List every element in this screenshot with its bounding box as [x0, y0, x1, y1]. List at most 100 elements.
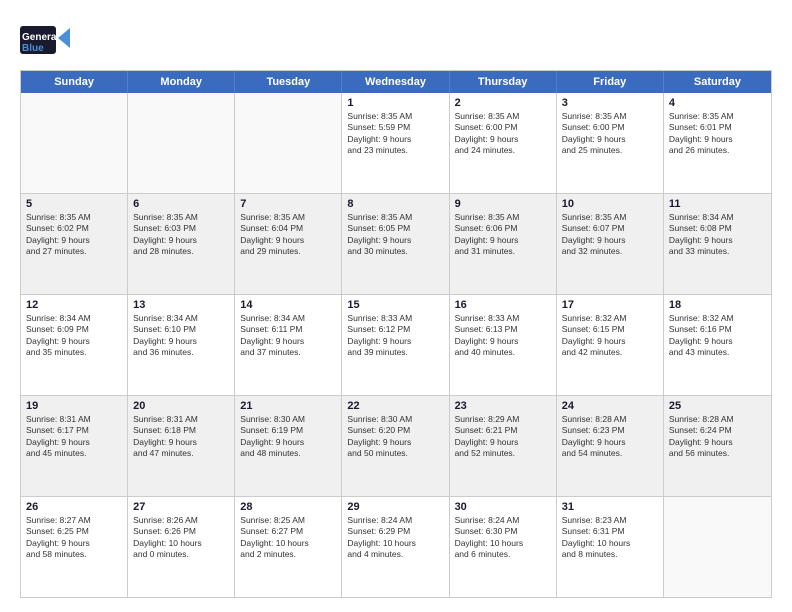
day-number: 6 — [133, 198, 229, 210]
day-number: 5 — [26, 198, 122, 210]
cell-info-text: and 47 minutes. — [133, 448, 229, 459]
cell-info-text: Sunrise: 8:24 AM — [347, 515, 443, 526]
cell-info-text: Sunset: 6:17 PM — [26, 425, 122, 436]
calendar-cell: 7 Sunrise: 8:35 AMSunset: 6:04 PMDaylight… — [235, 194, 342, 294]
cell-info-text: Daylight: 9 hours — [347, 336, 443, 347]
calendar-week-3: 12Sunrise: 8:34 AMSunset: 6:09 PMDayligh… — [21, 294, 771, 395]
cell-info-text: Daylight: 9 hours — [26, 235, 122, 246]
cell-info-text: Sunset: 6:25 PM — [26, 526, 122, 537]
calendar-cell: 3Sunrise: 8:35 AMSunset: 6:00 PMDaylight… — [557, 93, 664, 193]
cell-info-text: Daylight: 9 hours — [347, 235, 443, 246]
calendar-cell: 2Sunrise: 8:35 AMSunset: 6:00 PMDaylight… — [450, 93, 557, 193]
calendar-week-4: 19Sunrise: 8:31 AMSunset: 6:17 PMDayligh… — [21, 395, 771, 496]
cell-info-text: Sunrise: 8:26 AM — [133, 515, 229, 526]
cell-info-text: Daylight: 9 hours — [26, 538, 122, 549]
calendar-cell: 29Sunrise: 8:24 AMSunset: 6:29 PMDayligh… — [342, 497, 449, 597]
cell-info-text: Sunrise: 8:35 AM — [133, 212, 229, 223]
cell-info-text: Sunset: 6:16 PM — [669, 324, 766, 335]
cell-info-text: and 39 minutes. — [347, 347, 443, 358]
calendar-cell: 20Sunrise: 8:31 AMSunset: 6:18 PMDayligh… — [128, 396, 235, 496]
day-number: 13 — [133, 299, 229, 311]
calendar-cell: 16Sunrise: 8:33 AMSunset: 6:13 PMDayligh… — [450, 295, 557, 395]
day-number: 20 — [133, 400, 229, 412]
cell-info-text: Sunset: 6:08 PM — [669, 223, 766, 234]
day-number: 22 — [347, 400, 443, 412]
cell-info-text: Sunrise: 8:28 AM — [669, 414, 766, 425]
weekday-header-tuesday: Tuesday — [235, 71, 342, 93]
cell-info-text: Sunset: 6:21 PM — [455, 425, 551, 436]
calendar-cell: 23 Sunrise: 8:29 AMSunset: 6:21 PMDayligh… — [450, 396, 557, 496]
day-number: 9 — [455, 198, 551, 210]
day-number: 4 — [669, 97, 766, 109]
cell-info-text: Daylight: 10 hours — [240, 538, 336, 549]
weekday-header-sunday: Sunday — [21, 71, 128, 93]
cell-info-text: Sunrise: 8:31 AM — [133, 414, 229, 425]
cell-info-text: Sunset: 6:26 PM — [133, 526, 229, 537]
cell-info-text: Sunset: 6:19 PM — [240, 425, 336, 436]
cell-info-text: Daylight: 9 hours — [26, 336, 122, 347]
calendar-cell: 22Sunrise: 8:30 AMSunset: 6:20 PMDayligh… — [342, 396, 449, 496]
cell-info-text: Sunset: 6:00 PM — [455, 122, 551, 133]
cell-info-text: Sunrise: 8:35 AM — [455, 111, 551, 122]
cell-info-text: Sunrise: 8:28 AM — [562, 414, 658, 425]
cell-info-text: Sunrise: 8:31 AM — [26, 414, 122, 425]
cell-info-text: and 48 minutes. — [240, 448, 336, 459]
cell-info-text: Daylight: 10 hours — [562, 538, 658, 549]
day-number: 23 — [455, 400, 551, 412]
cell-info-text: Daylight: 10 hours — [455, 538, 551, 549]
cell-info-text: and 42 minutes. — [562, 347, 658, 358]
cell-info-text: Sunrise: 8:25 AM — [240, 515, 336, 526]
calendar-cell: 19Sunrise: 8:31 AMSunset: 6:17 PMDayligh… — [21, 396, 128, 496]
cell-info-text: Daylight: 9 hours — [455, 437, 551, 448]
cell-info-text: Sunrise: 8:35 AM — [562, 212, 658, 223]
cell-info-text: Daylight: 10 hours — [347, 538, 443, 549]
calendar-week-2: 5Sunrise: 8:35 AMSunset: 6:02 PMDaylight… — [21, 193, 771, 294]
day-number: 24 — [562, 400, 658, 412]
cell-info-text: Daylight: 9 hours — [562, 437, 658, 448]
cell-info-text: Sunrise: 8:32 AM — [669, 313, 766, 324]
day-number: 11 — [669, 198, 766, 210]
cell-info-text: Sunset: 6:18 PM — [133, 425, 229, 436]
cell-info-text: and 0 minutes. — [133, 549, 229, 560]
cell-info-text: Sunrise: 8:35 AM — [240, 212, 336, 223]
cell-info-text: Sunrise: 8:29 AM — [455, 414, 551, 425]
day-number: 7 — [240, 198, 336, 210]
day-number: 31 — [562, 501, 658, 513]
cell-info-text: Sunset: 6:02 PM — [26, 223, 122, 234]
calendar-cell: 28Sunrise: 8:25 AMSunset: 6:27 PMDayligh… — [235, 497, 342, 597]
cell-info-text: Daylight: 9 hours — [240, 336, 336, 347]
cell-info-text: and 45 minutes. — [26, 448, 122, 459]
cell-info-text: Sunrise: 8:35 AM — [455, 212, 551, 223]
header: General Blue — [20, 18, 772, 62]
cell-info-text: Daylight: 9 hours — [240, 235, 336, 246]
day-number: 27 — [133, 501, 229, 513]
cell-info-text: Sunset: 6:01 PM — [669, 122, 766, 133]
day-number: 14 — [240, 299, 336, 311]
cell-info-text: Sunset: 6:12 PM — [347, 324, 443, 335]
day-number: 17 — [562, 299, 658, 311]
calendar-cell — [235, 93, 342, 193]
cell-info-text: and 25 minutes. — [562, 145, 658, 156]
cell-info-text: Sunrise: 8:34 AM — [240, 313, 336, 324]
calendar-cell: 27Sunrise: 8:26 AMSunset: 6:26 PMDayligh… — [128, 497, 235, 597]
cell-info-text: and 26 minutes. — [669, 145, 766, 156]
calendar-cell: 31Sunrise: 8:23 AMSunset: 6:31 PMDayligh… — [557, 497, 664, 597]
cell-info-text: Sunset: 6:10 PM — [133, 324, 229, 335]
cell-info-text: Daylight: 9 hours — [455, 336, 551, 347]
cell-info-text: and 50 minutes. — [347, 448, 443, 459]
weekday-header-saturday: Saturday — [664, 71, 771, 93]
calendar-cell: 9Sunrise: 8:35 AMSunset: 6:06 PMDaylight… — [450, 194, 557, 294]
cell-info-text: Sunrise: 8:23 AM — [562, 515, 658, 526]
cell-info-text: and 28 minutes. — [133, 246, 229, 257]
cell-info-text: Sunset: 6:04 PM — [240, 223, 336, 234]
cell-info-text: Sunrise: 8:30 AM — [347, 414, 443, 425]
cell-info-text: and 31 minutes. — [455, 246, 551, 257]
cell-info-text: and 8 minutes. — [562, 549, 658, 560]
cell-info-text: and 33 minutes. — [669, 246, 766, 257]
cell-info-text: Daylight: 9 hours — [26, 437, 122, 448]
calendar-cell: 5Sunrise: 8:35 AMSunset: 6:02 PMDaylight… — [21, 194, 128, 294]
cell-info-text: Daylight: 9 hours — [133, 336, 229, 347]
calendar-cell: 24Sunrise: 8:28 AMSunset: 6:23 PMDayligh… — [557, 396, 664, 496]
day-number: 26 — [26, 501, 122, 513]
cell-info-text: Sunrise: 8:33 AM — [455, 313, 551, 324]
